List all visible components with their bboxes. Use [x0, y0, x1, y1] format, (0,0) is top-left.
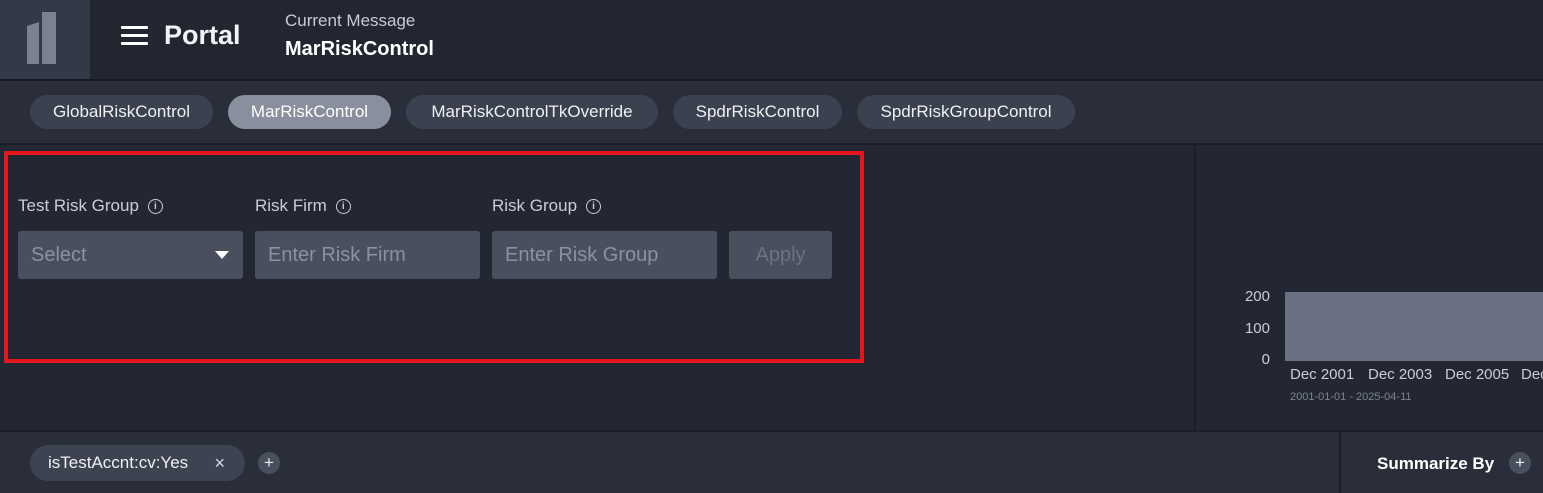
area-chart [1285, 292, 1543, 361]
test-risk-group-select-value: Select [31, 243, 87, 266]
summarize-add-button[interactable]: + [1509, 452, 1531, 474]
tab-spdr-risk-group-control[interactable]: SpdrRiskGroupControl [857, 95, 1075, 129]
info-icon[interactable]: i [147, 198, 163, 214]
test-risk-group-select[interactable]: Select [18, 231, 243, 279]
tab-spdr-risk-control[interactable]: SpdrRiskControl [673, 95, 842, 129]
test-risk-group-label: Test Risk Group [18, 196, 139, 215]
risk-firm-input[interactable]: Enter Risk Firm [255, 231, 480, 279]
info-icon[interactable]: i [586, 198, 602, 214]
summarize-by-label: Summarize By [1377, 454, 1495, 473]
current-message-label: Current Message [285, 11, 416, 30]
y-tick-label: 100 [1244, 320, 1270, 337]
risk-group-input[interactable]: Enter Risk Group [492, 231, 717, 279]
hamburger-menu-icon[interactable] [121, 26, 149, 48]
risk-group-label-row: Risk Group i [492, 196, 602, 216]
y-tick-label: 200 [1244, 288, 1270, 305]
filter-chip[interactable]: isTestAccnt:cv:Yes × [30, 445, 245, 481]
tab-mar-risk-control-tk-override[interactable]: MarRiskControlTkOverride [406, 95, 658, 129]
current-message-value: MarRiskControl [285, 38, 434, 60]
tab-mar-risk-control[interactable]: MarRiskControl [228, 95, 391, 129]
filter-chip-label: isTestAccnt:cv:Yes [48, 453, 189, 472]
area-series-fill [1285, 292, 1543, 361]
info-icon[interactable]: i [335, 198, 351, 214]
risk-firm-placeholder: Enter Risk Firm [268, 243, 406, 266]
app-header: Portal Current Message MarRiskControl [0, 0, 1543, 80]
close-icon[interactable]: × [214, 453, 225, 474]
app-title: Portal [164, 20, 241, 50]
apply-button[interactable]: Apply [729, 231, 832, 279]
x-tick-label: Dec 2003 [1368, 366, 1433, 383]
x-tick-label: Dec 2001 [1290, 366, 1355, 383]
risk-group-placeholder: Enter Risk Group [505, 243, 659, 266]
add-filter-button[interactable]: + [258, 452, 280, 474]
chevron-down-icon [215, 251, 229, 259]
bars-logo-icon [27, 12, 56, 64]
tab-global-risk-control[interactable]: GlobalRiskControl [30, 95, 213, 129]
date-range-label: 2001-01-01 - 2025-04-11 [1290, 391, 1412, 403]
risk-firm-label-row: Risk Firm i [255, 196, 351, 216]
risk-firm-label: Risk Firm [255, 196, 327, 215]
logo[interactable] [0, 0, 90, 80]
test-risk-group-label-row: Test Risk Group i [18, 196, 163, 216]
y-tick-label: 0 [1261, 351, 1270, 368]
x-tick-label: Dec [1521, 366, 1543, 383]
summarize-divider [1339, 432, 1341, 493]
x-tick-label: Dec 2005 [1445, 366, 1510, 383]
risk-group-label: Risk Group [492, 196, 578, 215]
